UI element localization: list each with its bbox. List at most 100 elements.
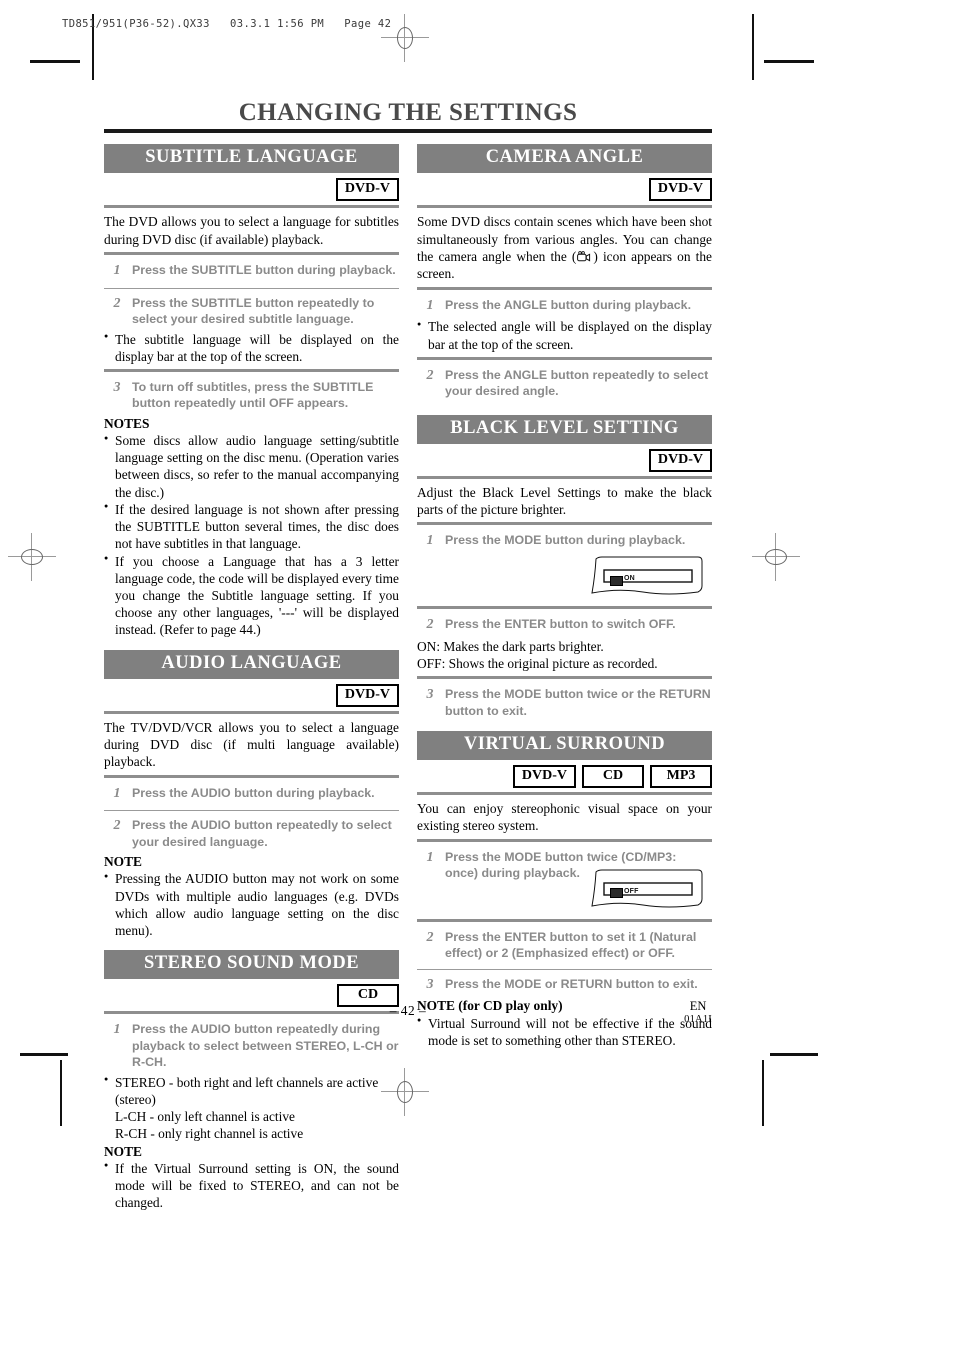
crop-mark-bottom-right-vertical [762,1060,764,1126]
list-item: The selected angle will be displayed on … [417,318,712,352]
step-number: 3 [426,976,434,992]
intro-text-virtual-surround: You can enjoy stereophonic visual space … [417,800,712,834]
crop-mark-top-right-vertical [752,14,754,80]
step-text: Press the ANGLE button during playback. [445,297,692,312]
list-item: Pressing the AUDIO button may not work o… [104,870,399,939]
page-number: – 42 – [389,1003,427,1018]
step-row: 2 Press the ENTER button to set it 1 (Na… [417,927,712,965]
divider [417,356,712,360]
footer-region: EN [689,999,707,1013]
step-text: Press the MODE button twice or the RETUR… [445,687,711,718]
osd-mode-icon [610,888,623,899]
camcorder-icon [577,249,592,262]
step-row: 2 Press the ENTER button to switch OFF. [417,614,712,638]
list-item: If the desired language is not shown aft… [104,500,399,553]
step-row: 1 Press the ANGLE button during playback… [417,295,712,319]
intro-text-subtitle-language: The DVD allows you to select a language … [104,214,399,247]
badge-group-camera-angle: DVD-V [417,178,712,202]
section-audio-language: AUDIO LANGUAGE DVD-V The TV/DVD/VCR allo… [104,649,399,940]
badge-cd: CD [582,764,644,788]
section-stereo-sound-mode: STEREO SOUND MODE CD 1 Press the AUDIO b… [104,950,399,1211]
step-number: 1 [426,533,434,549]
osd-illustration-black-level: ON [417,554,712,602]
step-text: Press the ANGLE button repeatedly to sel… [445,367,709,399]
bullet-list: The selected angle will be displayed on … [417,318,712,352]
step-number: 1 [426,849,434,865]
badge-group-subtitle-language: DVD-V [104,178,399,202]
notes-heading: NOTE [104,1143,142,1159]
divider [104,287,399,289]
divider [417,918,712,922]
list-item: If you choose a Language that has a 3 le… [104,552,399,639]
section-heading-virtual-surround: VIRTUAL SURROUND [417,731,712,760]
badge-dvd-v: DVD-V [335,178,399,202]
step-row: 2 Press the AUDIO button repeatedly to s… [104,815,399,853]
section-heading-camera-angle: CAMERA ANGLE [417,144,712,174]
osd-value-label: OFF [624,887,639,895]
divider [104,810,399,812]
section-heading-stereo-sound-mode: STEREO SOUND MODE [104,950,399,980]
step-number: 3 [426,687,434,703]
channel-line-stereo: STEREO - both right and left channels ar… [115,1074,379,1107]
step-number: 2 [426,367,434,383]
step-row: 3 To turn off subtitles, press the SUBTI… [104,377,399,415]
divider [417,838,712,842]
section-heading-subtitle-language: SUBTITLE LANGUAGE [104,144,399,174]
registration-mark-left [8,533,56,581]
step-number: 3 [113,379,121,395]
badge-mp3: MP3 [650,764,712,788]
step-row: 3 Press the MODE button twice or the RET… [417,684,712,722]
divider [417,475,712,479]
step-text: Press the SUBTITLE button during playbac… [132,262,396,277]
crop-mark-top-left-horizontal [30,60,80,63]
tv-screen-illustration: OFF [588,869,706,913]
page-footer: – 42 – EN 01A1I [104,999,712,1040]
crop-mark-top-right-horizontal [764,60,814,63]
footer-code: 01A1I [684,1013,712,1025]
step-text: Press the AUDIO button repeatedly to sel… [132,818,392,849]
badge-group-audio-language: DVD-V [104,683,399,707]
step-row: 1 Press the AUDIO button during playback… [104,783,399,807]
intro-text-camera-angle: Some DVD discs contain scenes which have… [417,213,712,283]
explanation-off: OFF: Shows the original picture as recor… [417,655,658,671]
list-item: The subtitle language will be displayed … [104,330,399,365]
channel-line-rch: R-CH - only right channel is active [115,1126,304,1142]
left-column: SUBTITLE LANGUAGE DVD-V The DVD allows y… [104,144,399,1211]
osd-value-label: ON [624,575,635,583]
step-text: To turn off subtitles, press the SUBTITL… [132,379,374,411]
footer-region-block: EN 01A1I [684,999,712,1025]
printer-slug: TD851/951(P36-52).QX33 03.3.1 1:56 PM Pa… [62,18,392,30]
divider [417,522,712,526]
divider [104,774,399,778]
list-item: STEREO - both right and left channels ar… [104,1073,399,1143]
step-text: Press the MODE button during playback. [445,533,686,548]
crop-mark-bottom-right-horizontal [770,1053,818,1056]
intro-text-black-level-setting: Adjust the Black Level Settings to make … [417,484,712,518]
step-number: 2 [426,617,434,633]
step-text: Press the ENTER button to set it 1 (Natu… [445,929,697,961]
page-title: CHANGING THE SETTINGS [238,99,578,126]
notes-heading: NOTE [104,854,142,870]
notes-list: Some discs allow audio language setting/… [104,432,399,639]
notes-list: If the Virtual Surround setting is ON, t… [104,1159,399,1212]
bullet-list: The subtitle language will be displayed … [104,330,399,365]
badge-dvd-v: DVD-V [648,178,712,202]
badge-dvd-v: DVD-V [648,448,712,472]
step-number: 1 [113,785,121,801]
step-number: 1 [426,297,434,313]
divider [417,606,712,610]
registration-mark-right [752,533,800,581]
step-number: 2 [113,818,121,834]
divider [104,205,399,209]
divider [417,676,712,680]
list-item: If the Virtual Surround setting is ON, t… [104,1159,399,1212]
badge-group-black-level-setting: DVD-V [417,448,712,472]
channel-line-lch: L-CH - only left channel is active [115,1109,295,1125]
section-heading-black-level-setting: BLACK LEVEL SETTING [417,414,712,444]
divider [417,791,712,795]
divider [417,286,712,290]
divider [417,968,712,970]
two-column-layout: SUBTITLE LANGUAGE DVD-V The DVD allows y… [104,144,712,1211]
list-item: Some discs allow audio language setting/… [104,432,399,501]
step-row: 2 Press the ANGLE button repeatedly to s… [417,365,712,403]
